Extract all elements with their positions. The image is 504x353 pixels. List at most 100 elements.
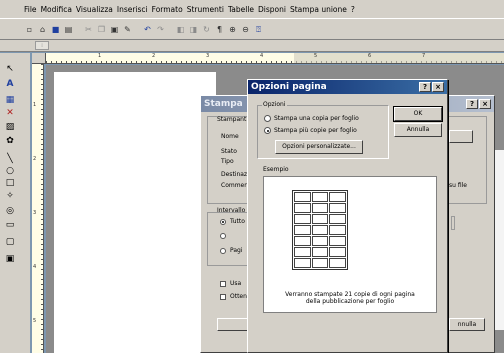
menu-view[interactable]: Visualizza — [76, 5, 113, 14]
preview-panel: Verranno stampate 21 copie di ogni pagin… — [263, 176, 437, 313]
close-button[interactable]: × — [479, 99, 491, 109]
form-control-icon[interactable]: ▭ — [4, 219, 16, 231]
clipart-icon[interactable]: ✿ — [4, 135, 16, 147]
menu-format[interactable]: Formato — [152, 5, 183, 14]
send-back-icon[interactable]: ◨ — [188, 24, 199, 35]
paragraph-icon[interactable]: ¶ — [214, 24, 225, 35]
oval-icon[interactable]: ○ — [4, 165, 16, 177]
get-option-label: Otten — [230, 293, 247, 300]
menu-edit[interactable]: Modifica — [41, 5, 72, 14]
ok-button[interactable]: OK — [393, 106, 443, 122]
multiple-copies-radio[interactable] — [264, 127, 271, 134]
bring-front-icon[interactable]: ◧ — [175, 24, 186, 35]
range-pages-radio[interactable] — [220, 248, 226, 254]
objects-toolbar: ↖ A ▦ ✕ ▨ ✿ ╲ ○ □ ✧ ◎ ▭ ▢ ▣ — [0, 53, 30, 353]
use-option-checkbox[interactable] — [220, 281, 226, 287]
one-copy-label: Stampa una copia per foglio — [274, 115, 359, 122]
cut-icon[interactable]: ✂ — [83, 24, 94, 35]
vertical-ruler: 1 2 3 4 5 — [32, 64, 44, 353]
undo-icon[interactable]: ↶ — [142, 24, 153, 35]
menu-tables[interactable]: Tabelle — [228, 5, 254, 14]
print-icon[interactable]: ▤ — [63, 24, 74, 35]
ruler-tick: 2 — [33, 156, 37, 162]
horizontal-ruler: 1 2 3 4 5 6 7 — [46, 53, 504, 64]
printer-status-label: Stato — [221, 148, 237, 155]
redo-icon[interactable]: ↷ — [155, 24, 166, 35]
line-icon[interactable]: ╲ — [4, 153, 16, 165]
ruler-corner — [32, 53, 46, 64]
options-group-label: Opzioni — [262, 101, 287, 108]
close-button[interactable]: × — [432, 82, 444, 92]
range-all-label: Tutto — [230, 218, 245, 225]
menu-tools[interactable]: Strumenti — [187, 5, 224, 14]
one-copy-radio[interactable] — [264, 115, 271, 122]
toolbar-separator — [76, 24, 81, 35]
get-option-checkbox[interactable] — [220, 294, 226, 300]
rectangle-icon[interactable]: □ — [4, 177, 16, 189]
ruler-tick: 3 — [33, 210, 37, 216]
copy-icon[interactable]: ❐ — [96, 24, 107, 35]
ruler-tick: 3 — [206, 53, 210, 59]
picture-icon[interactable]: ▨ — [4, 121, 16, 133]
menu-insert[interactable]: Inserisci — [117, 5, 148, 14]
table-icon[interactable]: ▦ — [4, 94, 16, 106]
copies-spinner[interactable] — [451, 216, 455, 230]
paste-icon[interactable]: ▣ — [109, 24, 120, 35]
preview-label: Esempio — [263, 166, 289, 173]
menu-file[interactable]: File — [24, 5, 37, 14]
new-icon[interactable]: ▫ — [24, 24, 35, 35]
zoom-in-icon[interactable]: ⊕ — [227, 24, 238, 35]
properties-button[interactable] — [449, 130, 473, 143]
cancel-button[interactable]: Annulla — [394, 123, 442, 137]
format-painter-icon[interactable]: ✎ — [122, 24, 133, 35]
dialog-title: Opzioni pagina — [248, 80, 447, 94]
print-to-file-label: su file — [449, 182, 467, 189]
font-box[interactable]: ⁞ — [35, 41, 49, 50]
use-option-label: Usa — [230, 280, 242, 287]
page-options-dialog: Opzioni pagina ? × Opzioni Stampa una co… — [247, 79, 448, 353]
design-gallery-icon[interactable]: ▣ — [4, 253, 16, 265]
help-button[interactable]: ? — [419, 82, 431, 92]
help-button[interactable]: ? — [466, 99, 478, 109]
standard-toolbar: ▫ ⌂ ■ ▤ ✂ ❐ ▣ ✎ ↶ ↷ ◧ ◨ ↻ ¶ ⊕ ⊖ ⍰ — [0, 18, 504, 40]
ruler-tick: 4 — [260, 53, 264, 59]
publication-page[interactable] — [54, 72, 216, 353]
menu-arrange[interactable]: Disponi — [258, 5, 286, 14]
interval-label: Intervallo — [217, 207, 246, 214]
ruler-tick: 5 — [33, 318, 37, 324]
ruler-shade — [294, 53, 504, 63]
custom-options-button[interactable]: Opzioni personalizzate... — [275, 140, 363, 154]
hotspot-icon[interactable]: ◎ — [4, 205, 16, 217]
range-all-radio[interactable] — [220, 219, 226, 225]
print-cancel-button[interactable]: nnulla — [449, 318, 485, 331]
printer-group-label: Stampant — [217, 116, 247, 123]
label-sheet-preview — [292, 190, 348, 270]
advanced-button[interactable] — [217, 318, 249, 331]
rotate-icon[interactable]: ↻ — [201, 24, 212, 35]
ruler-tick: 4 — [33, 264, 37, 270]
printer-name-label: Nome — [221, 133, 239, 140]
wordart-icon[interactable]: ✕ — [4, 107, 16, 119]
zoom-out-icon[interactable]: ⊖ — [240, 24, 251, 35]
menu-help[interactable]: ? — [351, 5, 355, 14]
ruler-tick: 5 — [314, 53, 318, 59]
preview-note: Verranno stampate 21 copie di ogni pagin… — [285, 291, 415, 305]
pointer-icon[interactable]: ↖ — [4, 63, 16, 75]
open-icon[interactable]: ⌂ — [37, 24, 48, 35]
text-frame-icon[interactable]: A — [4, 78, 16, 90]
ruler-tick: 1 — [98, 53, 102, 59]
printer-comment-label: Commen — [221, 182, 249, 189]
autoshape-icon[interactable]: ✧ — [4, 190, 16, 202]
menu-bar: File Modifica Visualizza Inserisci Forma… — [0, 0, 504, 18]
printer-type-label: Tipo — [221, 158, 234, 165]
menu-mail-merge[interactable]: Stampa unione — [290, 5, 347, 14]
ruler-tick: 7 — [422, 53, 426, 59]
printer-dest-label: Destinaz — [221, 171, 248, 178]
ruler-tick: 6 — [368, 53, 372, 59]
html-fragment-icon[interactable]: ▢ — [4, 236, 16, 248]
help-icon[interactable]: ⍰ — [253, 24, 264, 35]
range-selection-radio[interactable] — [220, 233, 226, 239]
ruler-tick: 1 — [33, 102, 37, 108]
save-icon[interactable]: ■ — [50, 24, 61, 35]
toolbar-separator — [168, 24, 173, 35]
